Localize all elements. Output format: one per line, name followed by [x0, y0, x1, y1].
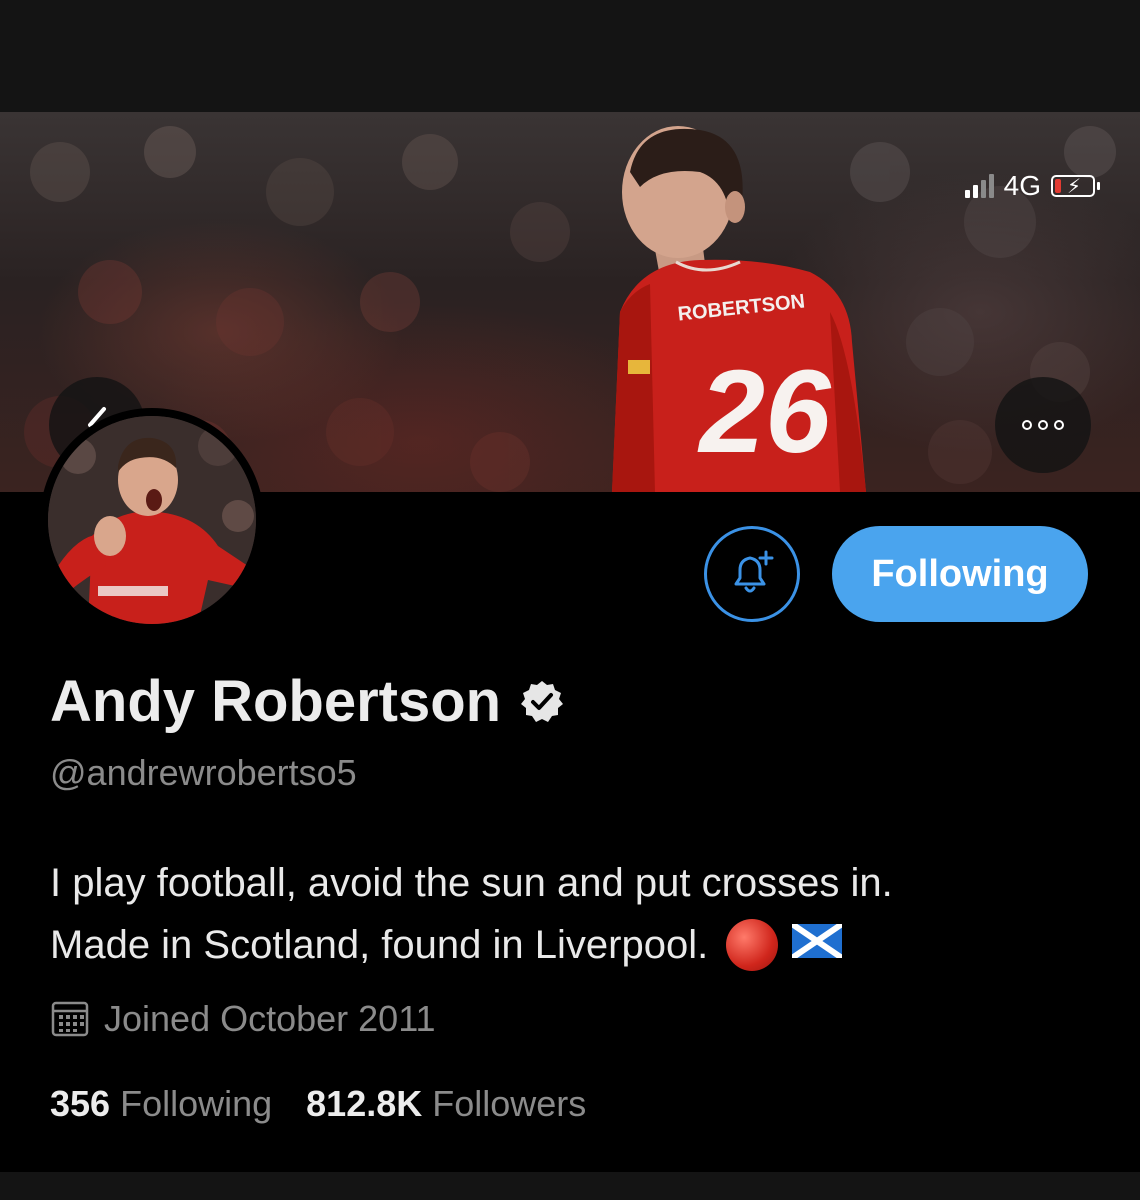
following-label: Following [120, 1083, 273, 1124]
more-options-button[interactable] [995, 377, 1091, 473]
red-circle-emoji [726, 919, 779, 971]
battery-charging-icon: ⚡ [1051, 175, 1100, 198]
more-dots-icon [1022, 420, 1064, 430]
avatar-image [48, 416, 256, 624]
follow-stats: 356 Following 812.8K Followers [50, 1083, 586, 1125]
display-name-row: Andy Robertson [50, 668, 565, 735]
scotland-flag-emoji [790, 914, 844, 976]
profile-screen: ROBERTSON 26 4G ⚡ Following Andy Roberts… [0, 0, 1140, 1200]
joined-date-row: Joined October 2011 [50, 998, 436, 1040]
display-name: Andy Robertson [50, 669, 502, 734]
avatar[interactable] [40, 408, 264, 632]
followers-label: Followers [432, 1083, 587, 1124]
user-handle: @andrewrobertso5 [50, 752, 357, 793]
following-count: 356 [50, 1083, 111, 1124]
bio-line-2: Made in Scotland, found in Liverpool. [50, 923, 709, 967]
followers-count: 812.8K [306, 1083, 423, 1124]
signal-icon [964, 174, 994, 198]
calendar-icon [51, 1001, 89, 1037]
status-bar: 4G ⚡ [964, 170, 1100, 202]
jersey-number: 26 [697, 346, 832, 478]
bio-line-2-row: Made in Scotland, found in Liverpool. [50, 914, 1110, 976]
top-bezel [0, 0, 1140, 112]
joined-date: Joined October 2011 [104, 998, 436, 1039]
following-button[interactable]: Following [832, 526, 1088, 622]
bell-plus-icon [734, 550, 774, 593]
notifications-bell-button[interactable] [704, 526, 800, 622]
followers-stat-link[interactable]: 812.8K Followers [306, 1083, 586, 1125]
bio-line-1: I play football, avoid the sun and put c… [50, 861, 893, 905]
following-stat-link[interactable]: 356 Following [50, 1083, 272, 1125]
bottom-bezel [0, 1172, 1140, 1200]
bio: I play football, avoid the sun and put c… [50, 852, 1110, 976]
network-type: 4G [1003, 170, 1041, 201]
verified-badge-icon [521, 680, 564, 722]
